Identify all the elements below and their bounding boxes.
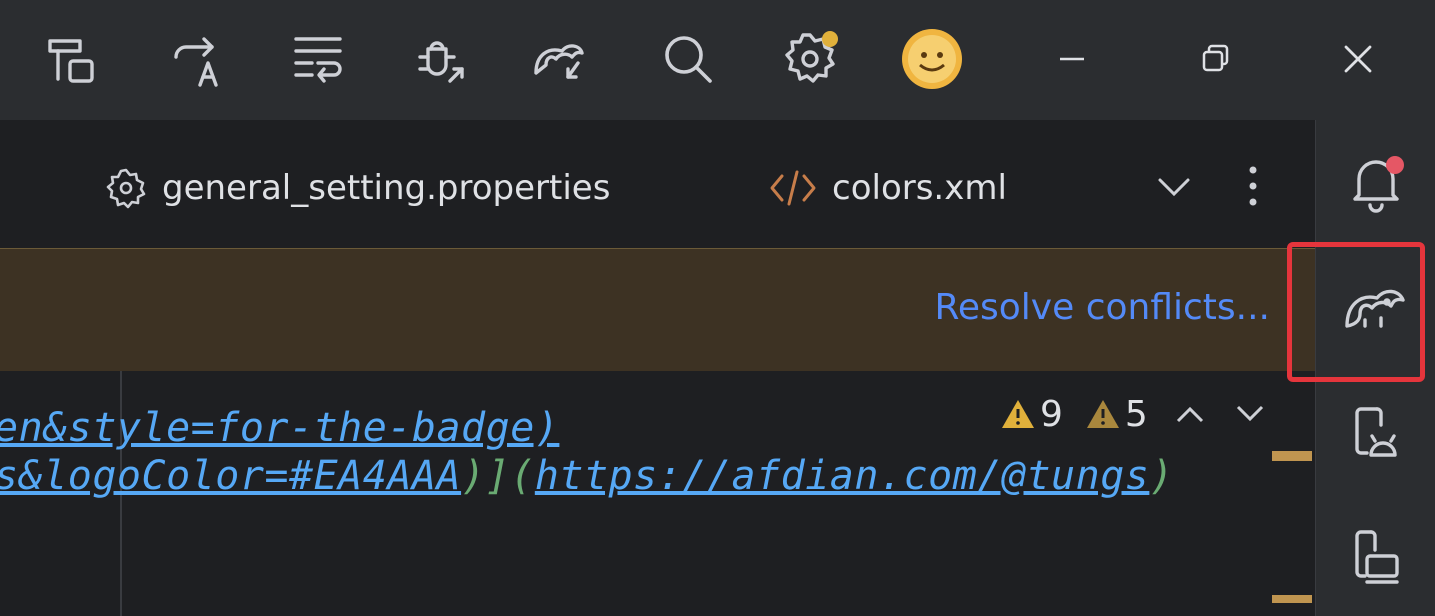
merge-conflict-banner: Resolve conflicts... — [0, 248, 1315, 372]
resolve-conflicts-link[interactable]: Resolve conflicts... — [934, 287, 1270, 328]
weak-warning-count[interactable]: 5 — [1085, 394, 1148, 435]
running-devices-icon[interactable] — [1341, 520, 1411, 590]
minimize-icon[interactable] — [1042, 29, 1102, 89]
warning-icon — [1002, 400, 1034, 428]
device-manager-icon[interactable] — [1341, 395, 1411, 465]
warning-count[interactable]: 9 — [1000, 394, 1063, 435]
highlight-box — [1287, 242, 1425, 382]
next-highlight-chevron-down-icon[interactable] — [1232, 399, 1268, 429]
debug-attach-icon[interactable] — [410, 29, 470, 89]
weak-warning-count-value: 5 — [1124, 393, 1148, 435]
build-hammer-icon[interactable] — [44, 29, 104, 89]
code-bracket: )]( — [461, 453, 535, 499]
code-bracket: ) — [1149, 453, 1174, 499]
error-stripe-marker[interactable] — [1272, 451, 1312, 461]
weak-warning-icon — [1086, 400, 1119, 428]
code-editor[interactable]: en&style=for-the-badge) s&logoColor=#EA4… — [0, 371, 1315, 616]
more-options-icon[interactable] — [1238, 162, 1268, 212]
close-icon[interactable] — [1328, 29, 1388, 89]
settings-icon[interactable] — [780, 29, 840, 89]
search-icon[interactable] — [658, 29, 718, 89]
tab-colors-xml[interactable]: colors.xml — [768, 160, 1007, 216]
avatar[interactable] — [902, 29, 962, 89]
previous-highlight-chevron-up-icon[interactable] — [1172, 399, 1208, 429]
warning-count-value: 9 — [1040, 393, 1063, 435]
code-link[interactable]: https://afdian.com/@tungs — [535, 453, 1150, 499]
xml-code-icon — [768, 168, 818, 208]
error-stripe-marker[interactable] — [1272, 595, 1312, 603]
tab-label: general_setting.properties — [162, 168, 611, 208]
tab-label: colors.xml — [832, 168, 1007, 208]
tab-general-setting[interactable]: general_setting.properties — [104, 160, 610, 216]
inspection-widget[interactable]: 9 5 — [1000, 391, 1300, 437]
restore-icon[interactable] — [1186, 29, 1246, 89]
code-line-2: s&logoColor=#EA4AAA)](https://afdian.com… — [0, 453, 1174, 499]
gradle-sync-icon[interactable] — [530, 29, 590, 89]
gear-icon — [104, 166, 148, 210]
code-line-1: en&style=for-the-badge) — [0, 405, 559, 451]
code-text: en&style=for-the-badge) — [0, 405, 560, 451]
notifications-icon[interactable] — [1341, 147, 1411, 217]
code-text: s&logoColor=#EA4AAA — [0, 453, 462, 499]
wrap-lines-icon[interactable] — [288, 29, 348, 89]
tabs-dropdown-chevron-down-icon[interactable] — [1152, 164, 1196, 208]
translate-icon[interactable] — [164, 29, 224, 89]
title-bar — [0, 0, 1435, 120]
